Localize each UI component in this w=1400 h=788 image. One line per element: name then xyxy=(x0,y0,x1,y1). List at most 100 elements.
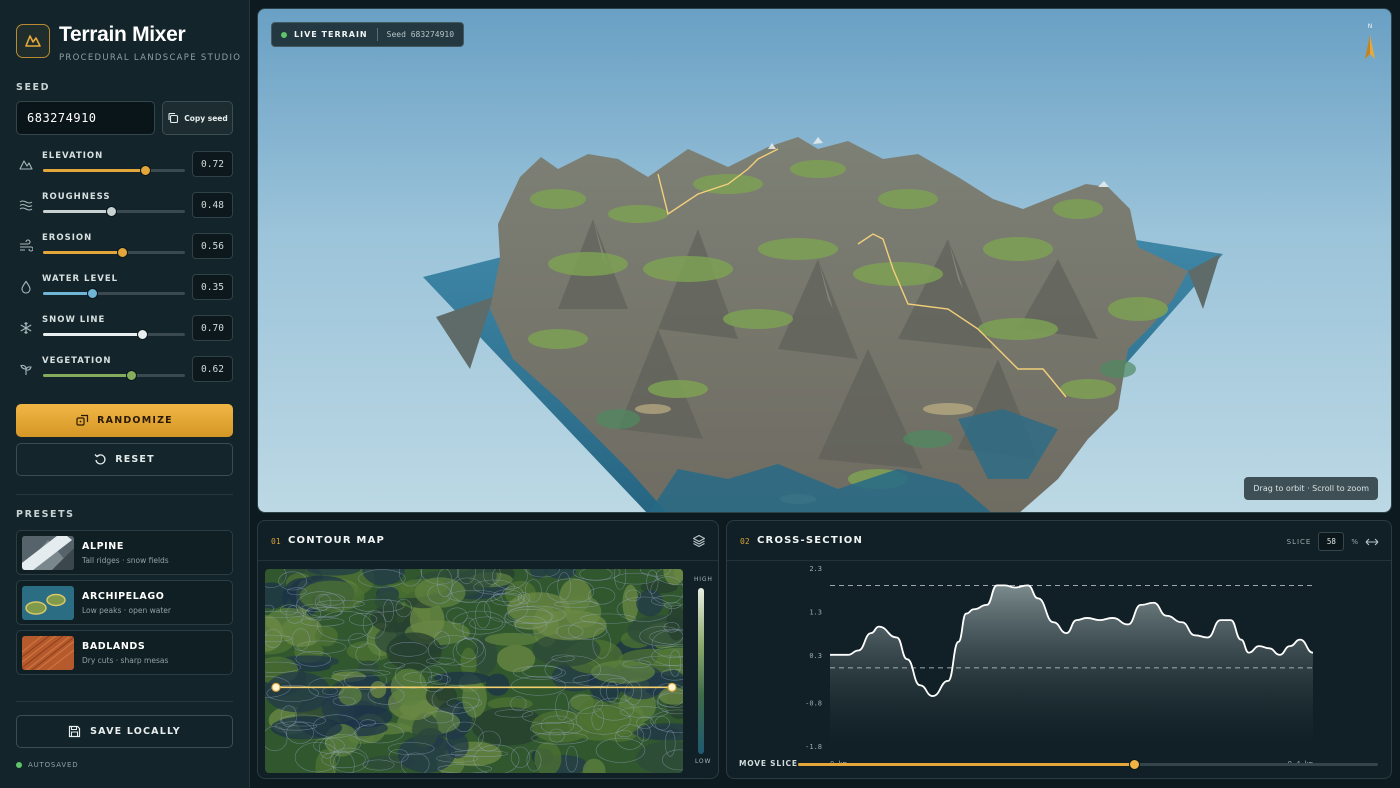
y-tick-label: 1.3 xyxy=(809,608,822,616)
param-slider[interactable] xyxy=(43,205,185,217)
separator xyxy=(376,28,378,41)
param-slider[interactable] xyxy=(43,369,185,381)
autosave-status: AUTOSAVED xyxy=(16,761,78,769)
cross-section-panel: 02 CROSS-SECTION SLICE 58 % 2.3 1.3 0.3 -0.… xyxy=(726,520,1392,779)
cross-section-chart: 2.31.30.3-0.8-1.80 km9.4 km xyxy=(805,565,1314,763)
legend-low: LOW xyxy=(695,758,712,765)
reset-label: RESET xyxy=(115,454,155,465)
param-value[interactable]: 0.56 xyxy=(192,233,233,259)
slice-unit: % xyxy=(1351,537,1358,546)
slider-knob[interactable] xyxy=(87,287,99,299)
panel-title: CONTOUR MAP xyxy=(288,535,386,546)
terrain-mixer-app: Terrain Mixer PROCEDURAL LANDSCAPE STUDI… xyxy=(0,0,1400,788)
slider-knob[interactable] xyxy=(125,369,137,381)
move-slice-slider[interactable] xyxy=(798,759,1378,770)
copy-seed-label: Copy seed xyxy=(184,113,228,123)
param-slider[interactable] xyxy=(43,287,185,299)
param-label: EROSION xyxy=(42,233,93,243)
wind-icon xyxy=(20,239,33,252)
move-slice-label: MOVE SLICE xyxy=(739,759,798,768)
y-tick-label: 2.3 xyxy=(809,565,822,573)
slice-handle-end[interactable] xyxy=(667,682,677,692)
save-locally-button[interactable]: SAVE LOCALLY xyxy=(16,715,233,748)
param-slider[interactable] xyxy=(43,246,185,258)
panel-header: 02 CROSS-SECTION SLICE 58 % xyxy=(727,521,1391,561)
param-roughness: ROUGHNESS 0.48 xyxy=(16,192,233,232)
divider xyxy=(16,701,233,702)
preset-archipelago[interactable]: ARCHIPELAGO Low peaks · open water xyxy=(16,580,233,625)
slider-knob[interactable] xyxy=(136,328,148,340)
preset-name: ALPINE xyxy=(82,541,124,552)
orbit-hint: Drag to orbit · Scroll to zoom xyxy=(1244,477,1378,500)
sprout-icon xyxy=(20,364,32,375)
sidebar: Terrain Mixer PROCEDURAL LANDSCAPE STUDI… xyxy=(0,0,250,788)
preset-name: BADLANDS xyxy=(82,641,146,652)
param-slider[interactable] xyxy=(43,328,185,340)
slice-handle-start[interactable] xyxy=(271,682,281,692)
param-value[interactable]: 0.35 xyxy=(192,274,233,300)
slider-fill xyxy=(43,251,123,254)
y-tick-label: -1.8 xyxy=(805,743,822,751)
swap-direction-icon[interactable] xyxy=(1365,537,1379,547)
seed-label: SEED xyxy=(16,82,51,93)
slice-control: SLICE 58 % xyxy=(1287,532,1379,551)
preset-desc: Low peaks · open water xyxy=(82,606,171,615)
slider-fill xyxy=(43,210,112,213)
randomize-button[interactable]: RANDOMIZE xyxy=(16,404,233,437)
status-dot xyxy=(16,762,22,768)
slice-value-input[interactable]: 58 xyxy=(1318,532,1345,551)
seed-input[interactable] xyxy=(16,101,155,135)
mountain-logo-icon xyxy=(16,24,50,58)
panel-number: 01 xyxy=(271,537,281,546)
move-slice-control: MOVE SLICE xyxy=(739,758,1379,770)
param-value[interactable]: 0.48 xyxy=(192,192,233,218)
panel-header: 01 CONTOUR MAP xyxy=(258,521,718,561)
compass-label: N xyxy=(1367,23,1373,30)
preset-desc: Tall ridges · snow fields xyxy=(82,556,169,565)
mountain-icon xyxy=(19,160,33,170)
param-slider[interactable] xyxy=(43,164,185,176)
param-elevation: ELEVATION 0.72 xyxy=(16,151,233,191)
param-label: SNOW LINE xyxy=(42,315,106,325)
divider xyxy=(16,494,233,495)
param-label: ELEVATION xyxy=(42,151,104,161)
layers-icon[interactable] xyxy=(692,534,706,548)
snowflake-icon xyxy=(20,322,32,334)
slider-knob[interactable] xyxy=(139,164,151,176)
reset-icon xyxy=(94,454,106,465)
terrain-viewport[interactable]: LIVE TERRAIN Seed 683274910 N Drag to or… xyxy=(257,8,1392,513)
param-water-level: WATER LEVEL 0.35 xyxy=(16,274,233,314)
live-dot xyxy=(281,31,287,38)
live-terrain-badge: LIVE TERRAIN Seed 683274910 xyxy=(271,22,465,47)
contour-map-panel: 01 CONTOUR MAP HIGH LOW xyxy=(257,520,719,779)
brand: Terrain Mixer PROCEDURAL LANDSCAPE STUDI… xyxy=(16,24,241,63)
terrain-render[interactable] xyxy=(258,9,1392,513)
param-erosion: EROSION 0.56 xyxy=(16,233,233,273)
param-label: VEGETATION xyxy=(42,356,112,366)
seed-readout: Seed 683274910 xyxy=(386,30,455,39)
slider-knob[interactable] xyxy=(117,246,129,258)
preset-alpine[interactable]: ALPINE Tall ridges · snow fields xyxy=(16,530,233,575)
panel-title: CROSS-SECTION xyxy=(757,535,864,546)
slider-fill xyxy=(43,333,143,336)
param-snow-line: SNOW LINE 0.70 xyxy=(16,315,233,355)
autosave-label: AUTOSAVED xyxy=(28,761,79,769)
copy-seed-button[interactable]: Copy seed xyxy=(162,101,233,135)
param-value[interactable]: 0.72 xyxy=(192,151,233,177)
preset-desc: Dry cuts · sharp mesas xyxy=(82,656,169,665)
slice-label: SLICE xyxy=(1286,537,1312,546)
compass-icon[interactable]: N xyxy=(1363,23,1377,63)
param-value[interactable]: 0.62 xyxy=(192,356,233,382)
badlands-thumbnail xyxy=(22,636,74,670)
archipelago-thumbnail xyxy=(22,586,74,620)
slider-knob[interactable] xyxy=(1128,759,1140,770)
param-value[interactable]: 0.70 xyxy=(192,315,233,341)
slider-fill xyxy=(43,292,93,295)
reset-button[interactable]: RESET xyxy=(16,443,233,476)
contour-map[interactable] xyxy=(265,569,683,773)
save-icon xyxy=(69,725,81,738)
randomize-label: RANDOMIZE xyxy=(97,415,173,426)
save-label: SAVE LOCALLY xyxy=(90,726,181,737)
preset-badlands[interactable]: BADLANDS Dry cuts · sharp mesas xyxy=(16,630,233,675)
slider-knob[interactable] xyxy=(105,205,117,217)
